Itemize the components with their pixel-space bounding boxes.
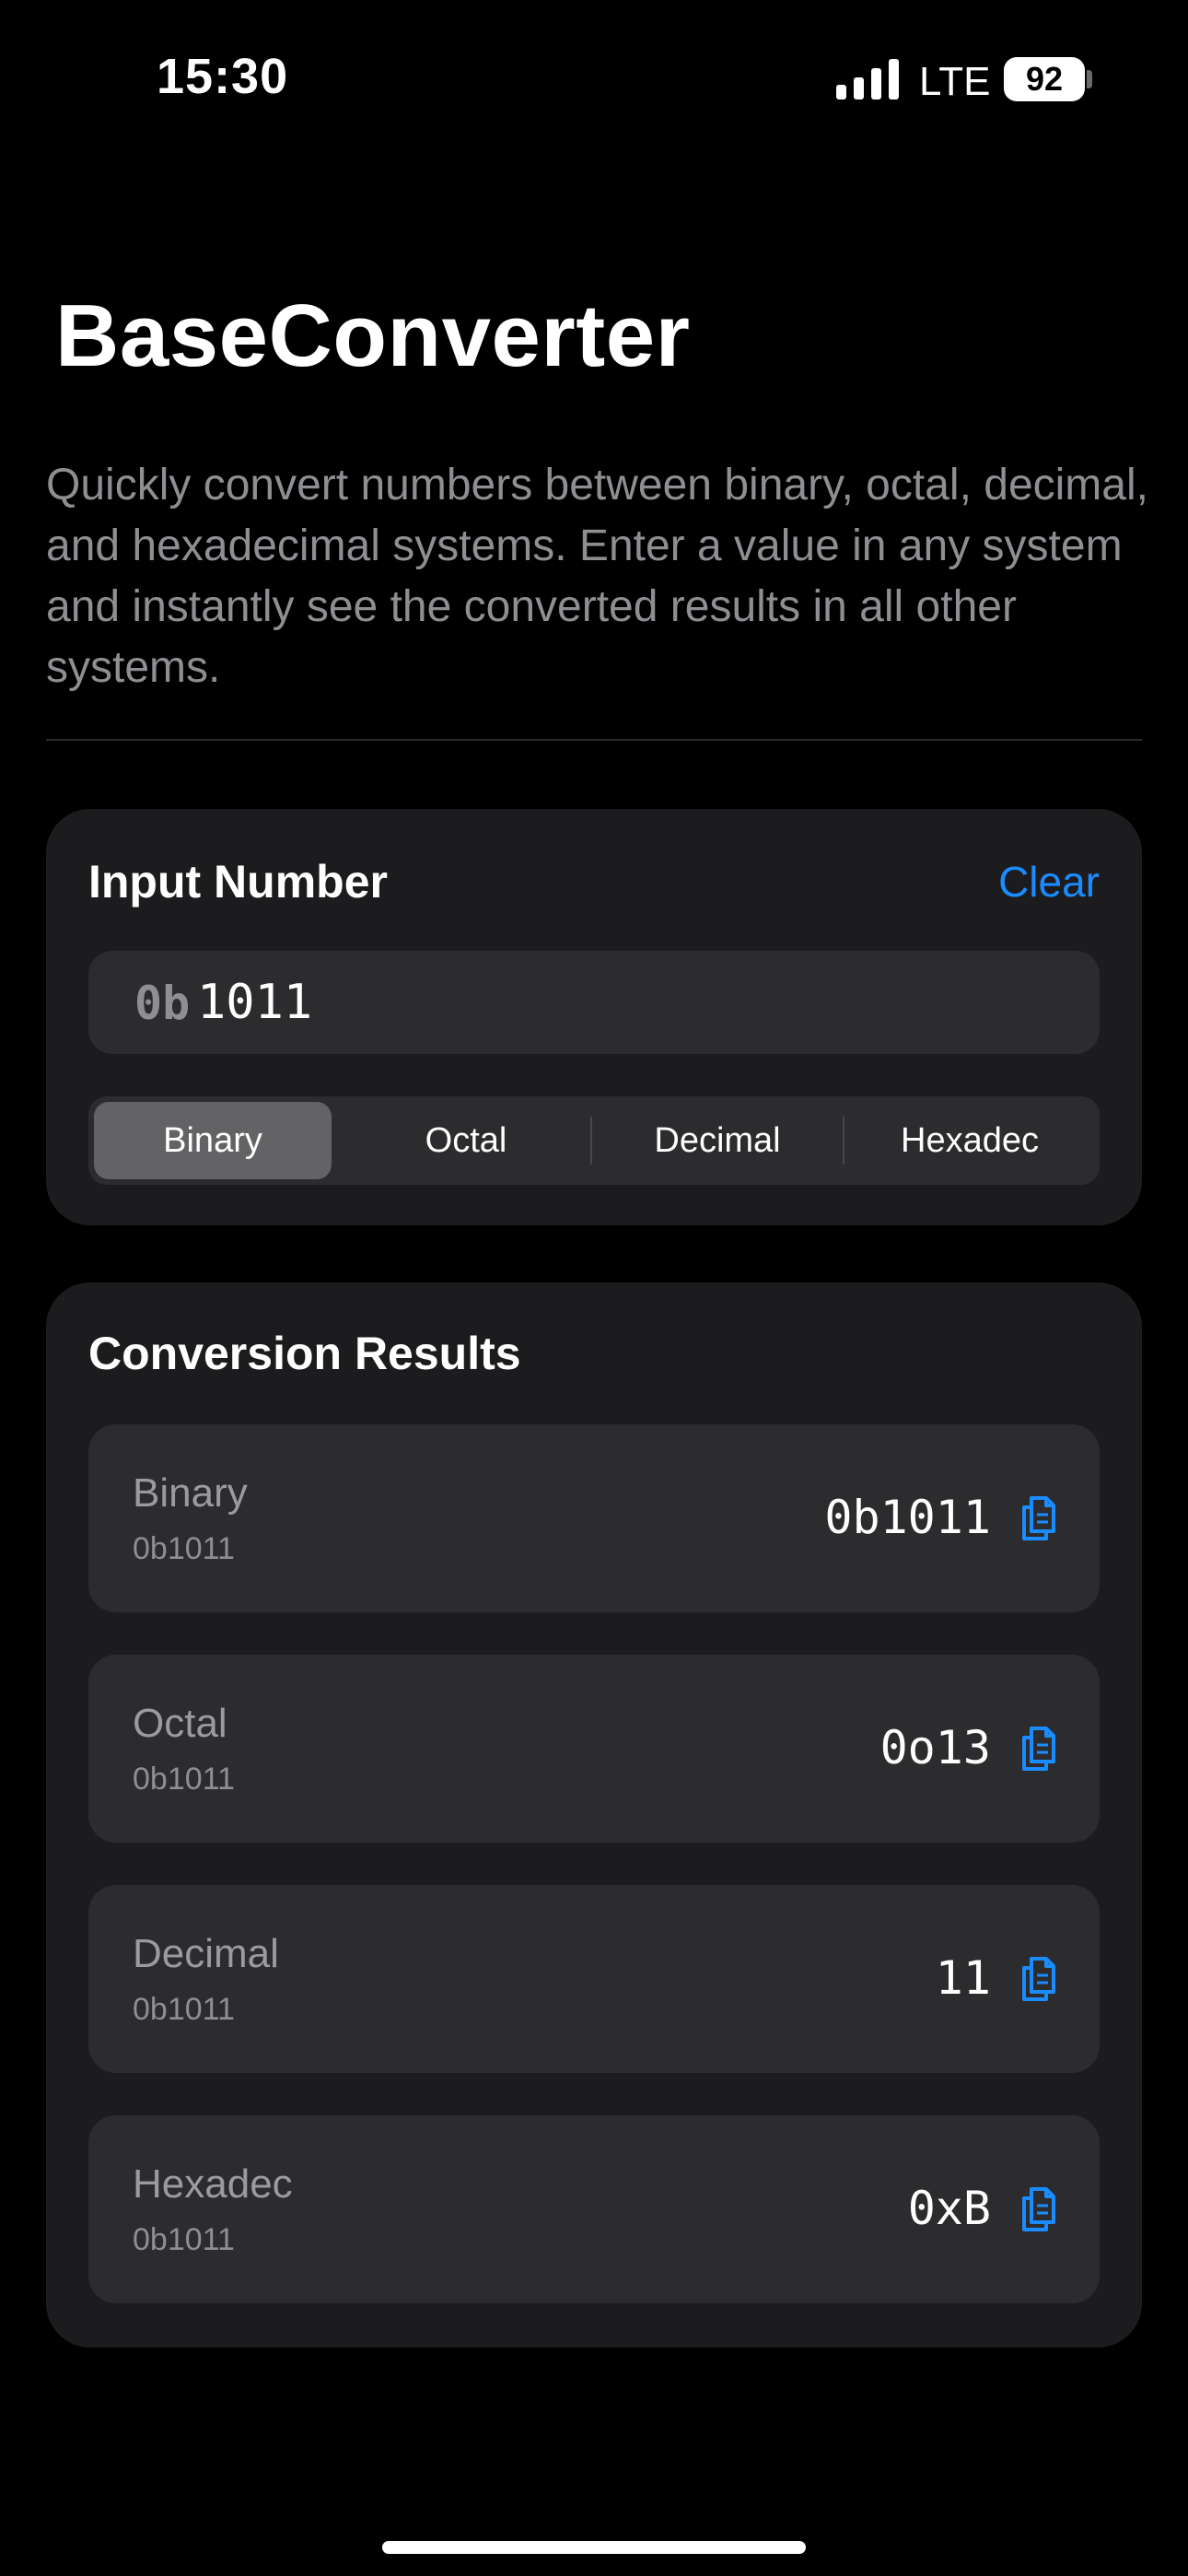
- base-segmented-control: Binary Octal Decimal Hexadec: [88, 1096, 1100, 1185]
- segment-separator: [843, 1117, 844, 1165]
- result-source: 0b1011: [133, 1992, 235, 2027]
- result-name: Decimal: [133, 1931, 279, 1976]
- cellular-signal-icon: [836, 59, 899, 100]
- result-row-decimal: Decimal 0b1011 11: [88, 1885, 1100, 2073]
- result-name: Octal: [133, 1701, 227, 1746]
- segment-hexadec[interactable]: Hexadec: [851, 1102, 1089, 1179]
- input-card-title: Input Number: [88, 856, 388, 907]
- clear-button[interactable]: Clear: [998, 857, 1100, 907]
- app-title: BaseConverter: [55, 287, 691, 385]
- result-value: 0xB: [907, 2182, 991, 2235]
- number-field[interactable]: 0b: [88, 951, 1100, 1054]
- home-indicator[interactable]: [382, 2541, 806, 2554]
- results-card-title: Conversion Results: [88, 1328, 521, 1379]
- result-name: Hexadec: [133, 2161, 293, 2207]
- segment-octal[interactable]: Octal: [347, 1102, 585, 1179]
- battery-icon: 92: [1004, 57, 1085, 101]
- copy-icon[interactable]: [1019, 2185, 1057, 2231]
- result-row-octal: Octal 0b1011 0o13: [88, 1655, 1100, 1843]
- copy-icon[interactable]: [1019, 1725, 1057, 1771]
- result-value: 11: [935, 1951, 991, 2005]
- battery-level: 92: [1025, 60, 1064, 98]
- copy-icon[interactable]: [1019, 1955, 1057, 2001]
- result-value: 0b1011: [824, 1491, 991, 1544]
- result-value: 0o13: [879, 1721, 991, 1774]
- input-card: Input Number Clear 0b Binary Octal Decim…: [46, 809, 1142, 1225]
- segment-binary[interactable]: Binary: [94, 1102, 332, 1179]
- result-name: Binary: [133, 1470, 248, 1516]
- result-row-binary: Binary 0b1011 0b1011: [88, 1424, 1100, 1612]
- base-prefix: 0b: [134, 977, 191, 1030]
- battery-nub: [1087, 70, 1092, 88]
- header-divider: [46, 739, 1142, 741]
- status-time: 15:30: [157, 49, 289, 104]
- status-bar: 15:30 LTE 92: [0, 0, 1188, 147]
- result-source: 0b1011: [133, 2222, 235, 2257]
- number-input[interactable]: [197, 967, 1063, 1037]
- segment-separator: [590, 1117, 592, 1165]
- result-source: 0b1011: [133, 1762, 235, 1797]
- result-row-hexadec: Hexadec 0b1011 0xB: [88, 2115, 1100, 2303]
- app-description: Quickly convert numbers between binary, …: [46, 461, 1148, 692]
- segment-decimal[interactable]: Decimal: [599, 1102, 836, 1179]
- result-source: 0b1011: [133, 1531, 235, 1566]
- copy-icon[interactable]: [1019, 1494, 1057, 1540]
- network-type: LTE: [919, 59, 991, 104]
- results-card: Conversion Results Binary 0b1011 0b1011 …: [46, 1282, 1142, 2348]
